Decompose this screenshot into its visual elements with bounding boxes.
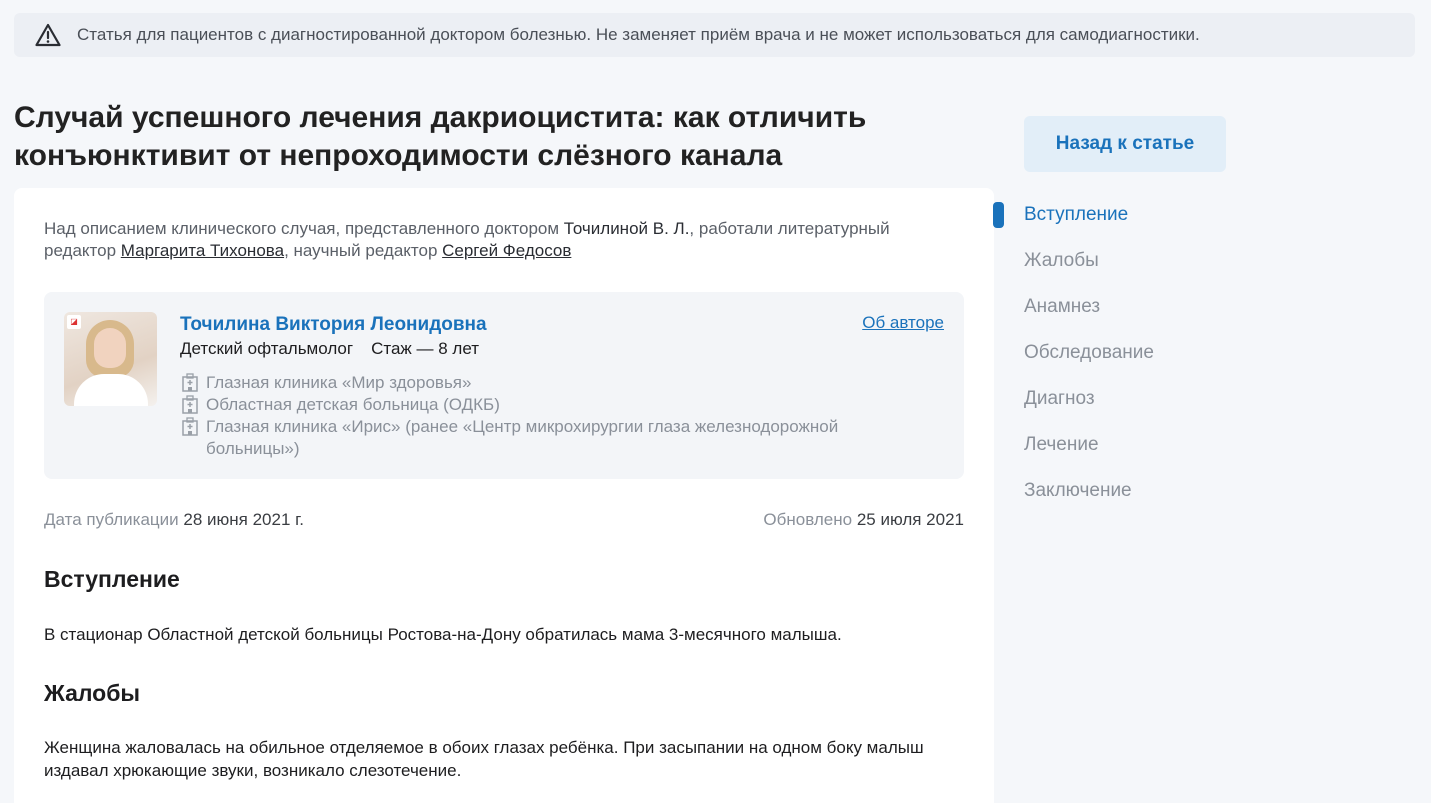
section-text-complaints: Женщина жаловалась на обильное отделяемо… [44,738,924,780]
toc-item-diagnosis[interactable]: Диагноз [1024,386,1154,432]
hospital-icon [180,417,200,437]
author-name-link[interactable]: Точилина Виктория Леонидовна [180,314,487,336]
clinic-name: Глазная клиника «Мир здоровья» [206,373,472,392]
author-card: ◪ Точилина Виктория Леонидовна Об авторе… [44,292,964,479]
clinic-name: Глазная клиника «Ирис» (ранее «Центр мик… [206,417,839,458]
toc-item-treatment[interactable]: Лечение [1024,432,1154,478]
doctor-name: Точилиной В. Л. [563,219,690,238]
updated-label: Обновлено [763,510,853,529]
published-value: 28 июня 2021 г. [183,510,304,529]
toc-item-conclusion[interactable]: Заключение [1024,478,1154,524]
back-to-article-button[interactable]: Назад к статье [1024,116,1226,172]
updated-value: 25 июля 2021 [856,510,964,529]
clinic-name: Областная детская больница (ОДКБ) [206,395,500,414]
about-author-link[interactable]: Об авторе [862,313,944,333]
clinic-item: Областная детская больница (ОДКБ) [180,394,900,416]
disclaimer-text: Статья для пациентов с диагностированной… [77,25,1200,44]
literary-editor-link[interactable]: Маргарита Тихонова [121,241,284,260]
hospital-icon [180,395,200,415]
section-heading-complaints: Жалобы [44,680,141,706]
author-experience: Стаж — 8 лет [371,339,480,358]
updated-date: Обновлено 25 июля 2021 [763,510,964,530]
scientific-editor-link[interactable]: Сергей Федосов [442,241,571,260]
section-heading-intro: Вступление [44,566,180,592]
toc-item-examination[interactable]: Обследование [1024,340,1154,386]
disclaimer-notice: Статья для пациентов с диагностированной… [14,13,1415,57]
hospital-icon [180,373,200,393]
article-card: Над описанием клинического случая, предс… [14,188,994,803]
toc-item-complaints[interactable]: Жалобы [1024,248,1154,294]
editors-credit: Над описанием клинического случая, предс… [44,218,944,262]
toc-item-anamnesis[interactable]: Анамнез [1024,294,1154,340]
author-specialty: Детский офтальмолог [180,339,354,358]
author-photo[interactable]: ◪ [64,312,157,406]
clinic-item: Глазная клиника «Ирис» (ранее «Центр мик… [180,416,900,460]
toc-item-intro[interactable]: Вступление [1024,202,1154,248]
section-text-intro: В стационар Областной детской больницы Р… [44,625,842,644]
editors-sci-prefix: , научный редактор [284,241,443,260]
clinic-item: Глазная клиника «Мир здоровья» [180,372,900,394]
toc-active-marker [993,202,1004,228]
warning-icon [35,22,61,48]
page-title: Случай успешного лечения дакриоцистита: … [14,101,867,172]
published-label: Дата публикации [44,510,179,529]
clinic-list: Глазная клиника «Мир здоровья» Областная… [180,372,900,460]
table-of-contents: Вступление Жалобы Анамнез Обследование Д… [1024,202,1154,524]
article-dates: Дата публикации 28 июня 2021 г. Обновлен… [44,510,964,530]
author-role: Детский офтальмолог Стаж — 8 лет [180,339,479,359]
published-date: Дата публикации 28 июня 2021 г. [44,510,304,530]
verified-badge-icon: ◪ [67,315,81,329]
editors-prefix: Над описанием клинического случая, предс… [44,219,564,238]
